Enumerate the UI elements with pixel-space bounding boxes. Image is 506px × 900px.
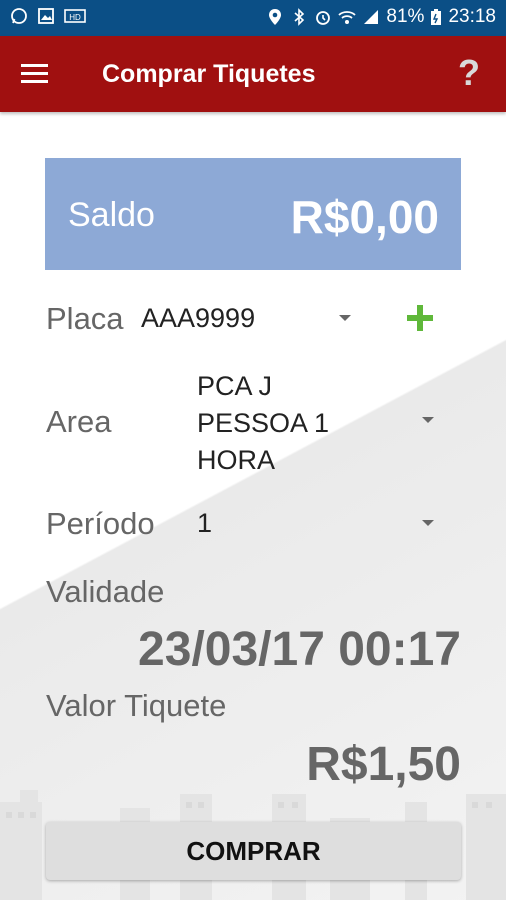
buy-button[interactable]: COMPRAR	[46, 822, 461, 880]
notification-icons: HD	[10, 7, 86, 25]
area-select[interactable]: PCA J PESSOA 1 HORA	[197, 368, 329, 479]
app-bar: Comprar Tiquetes ?	[0, 36, 506, 112]
location-icon	[269, 9, 282, 25]
svg-text:HD: HD	[69, 13, 81, 22]
placa-select[interactable]: AAA9999	[141, 303, 255, 334]
area-value-line: PESSOA 1	[197, 408, 330, 438]
alarm-icon	[316, 11, 331, 25]
periodo-label: Período	[46, 506, 155, 541]
clock: 23:18	[448, 6, 496, 27]
balance-label: Saldo	[68, 196, 155, 234]
status-bar: HD 81% 23:18	[0, 0, 506, 36]
periodo-dropdown-arrow-icon[interactable]	[422, 520, 434, 526]
page-title: Comprar Tiquetes	[102, 60, 316, 88]
placa-dropdown-arrow-icon[interactable]	[339, 315, 351, 321]
periodo-select[interactable]: 1	[197, 508, 212, 539]
whatsapp-icon	[11, 8, 27, 24]
balance-value: R$0,00	[290, 191, 439, 243]
battery-percent: 81%	[386, 6, 425, 27]
system-status: 81% 23:18	[266, 6, 496, 28]
valor-label: Valor Tiquete	[46, 688, 227, 723]
hamburger-menu-icon[interactable]	[21, 64, 48, 84]
bluetooth-icon	[294, 8, 305, 26]
area-value-line: PCA J	[197, 371, 273, 401]
area-dropdown-arrow-icon[interactable]	[422, 417, 434, 423]
placa-label: Placa	[46, 301, 124, 336]
validade-label: Validade	[46, 574, 165, 609]
gallery-icon	[38, 8, 54, 24]
area-label: Area	[46, 404, 112, 439]
signal-icon	[364, 10, 379, 24]
validade-value: 23/03/17 00:17	[138, 623, 461, 676]
help-icon[interactable]: ?	[458, 52, 480, 94]
balance-card: Saldo R$0,00	[45, 158, 461, 270]
wifi-icon	[338, 11, 357, 24]
area-value-line: HORA	[197, 445, 276, 475]
battery-icon	[431, 9, 442, 25]
hd-icon: HD	[64, 9, 86, 23]
add-plate-icon[interactable]	[405, 303, 435, 333]
